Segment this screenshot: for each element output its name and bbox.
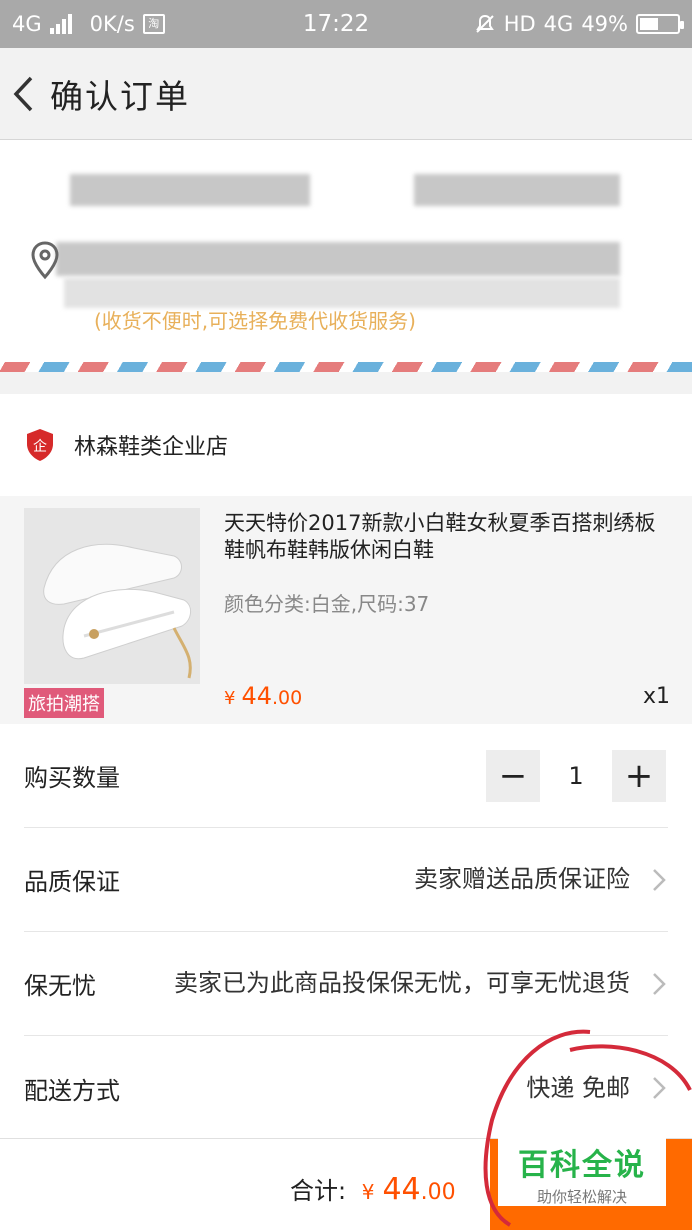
delivery-label: 配送方式 <box>24 1076 120 1105</box>
product-tag: 旅拍潮搭 <box>24 688 104 718</box>
quality-label: 品质保证 <box>24 868 120 896</box>
order-options: 购买数量 − 1 + 品质保证 卖家赠送品质保证险 保无忧 卖家已为此商品投保保… <box>0 724 692 1140</box>
worry-free-value: 卖家已为此商品投保保无忧，可享无忧退货 <box>174 969 630 997</box>
blurred-address-line2 <box>64 278 620 308</box>
quantity-stepper: − 1 + <box>486 750 666 802</box>
back-button[interactable] <box>0 48 46 140</box>
product-item[interactable]: 旅拍潮搭 天天特价2017新款小白鞋女秋夏季百搭刺绣板鞋帆布鞋韩版休闲白鞋 颜色… <box>0 496 692 724</box>
decrease-button[interactable]: − <box>486 750 540 802</box>
shop-name: 林森鞋类企业店 <box>74 435 229 460</box>
chevron-right-icon <box>653 868 666 891</box>
blurred-name <box>70 174 310 206</box>
quality-value: 卖家赠送品质保证险 <box>414 865 630 893</box>
total-currency: ¥ <box>361 1180 375 1204</box>
address-card[interactable] <box>0 140 692 370</box>
total-decimal: .00 <box>420 1180 456 1205</box>
product-quantity: x1 <box>642 684 670 709</box>
product-price: ¥44.00 <box>224 682 302 710</box>
worry-free-label: 保无忧 <box>24 972 96 1000</box>
chevron-left-icon <box>13 76 33 111</box>
enterprise-shop-icon: 企 <box>27 429 53 461</box>
price-decimal: .00 <box>272 687 303 709</box>
blurred-address <box>56 242 620 276</box>
delivery-row[interactable]: 配送方式 快递 免邮 <box>24 1036 668 1140</box>
total-integer: 44 <box>382 1172 421 1207</box>
network-type: 4G <box>12 12 42 36</box>
page-title: 确认订单 <box>50 76 190 116</box>
increase-button[interactable]: + <box>612 750 666 802</box>
taobao-icon: 淘 <box>142 14 165 34</box>
blurred-phone <box>414 174 620 206</box>
quantity-label: 购买数量 <box>24 764 120 792</box>
network-speed: 0K/s <box>89 12 135 36</box>
battery-icon <box>636 14 684 34</box>
order-total: 合计: ¥44.00 <box>290 1171 456 1207</box>
address-note: (收货不便时,可选择免费代收货服务) <box>94 309 416 333</box>
watermark-title: 百科全说 <box>518 1148 646 1183</box>
chevron-right-icon <box>653 1077 666 1099</box>
total-label: 合计: <box>290 1177 347 1205</box>
shop-header[interactable]: 企 林森鞋类企业店 <box>0 394 692 496</box>
signal-icon <box>49 14 72 34</box>
svg-text:企: 企 <box>33 438 47 455</box>
location-pin-icon <box>31 241 59 280</box>
chevron-right-icon <box>653 972 666 995</box>
product-image <box>24 508 200 684</box>
status-bar: 4G 0K/s 淘 17:22 HD 4G 49% <box>0 0 692 48</box>
nav-header: 确认订单 <box>0 48 692 140</box>
quality-row[interactable]: 品质保证 卖家赠送品质保证险 <box>24 828 668 932</box>
envelope-border <box>0 362 692 372</box>
battery-percent: 49% <box>581 12 628 36</box>
currency-symbol: ¥ <box>224 688 236 709</box>
quantity-value[interactable]: 1 <box>540 762 612 790</box>
total-price: ¥44.00 <box>361 1172 456 1207</box>
hd-label: HD <box>503 12 536 36</box>
watermark: 百科全说 助你轻松解决 <box>498 1138 666 1206</box>
network-type-right: 4G <box>543 12 574 36</box>
watermark-subtitle: 助你轻松解决 <box>536 1188 627 1206</box>
delivery-value: 快递 免邮 <box>526 1073 630 1102</box>
mute-icon <box>475 14 494 33</box>
clock: 17:22 <box>302 11 370 37</box>
price-integer: 44 <box>241 682 272 710</box>
product-title: 天天特价2017新款小白鞋女秋夏季百搭刺绣板鞋帆布鞋韩版休闲白鞋 <box>224 511 656 562</box>
product-spec: 颜色分类:白金,尺码:37 <box>224 592 430 616</box>
worry-free-row[interactable]: 保无忧 卖家已为此商品投保保无忧，可享无忧退货 <box>24 932 668 1036</box>
